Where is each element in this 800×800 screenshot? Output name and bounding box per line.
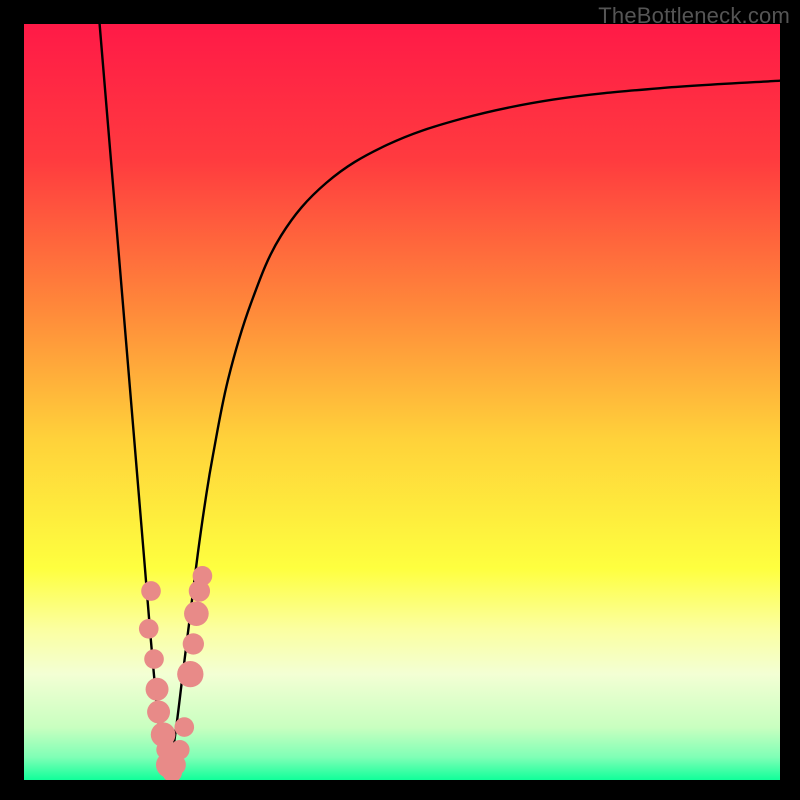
data-marker bbox=[141, 581, 161, 601]
plot-area bbox=[24, 24, 780, 780]
data-marker bbox=[170, 740, 190, 760]
data-marker bbox=[147, 700, 170, 723]
data-marker bbox=[144, 649, 164, 669]
data-markers bbox=[139, 566, 212, 780]
data-marker bbox=[183, 633, 204, 654]
chart-frame: TheBottleneck.com bbox=[0, 0, 800, 800]
curve-layer bbox=[24, 24, 780, 780]
data-marker bbox=[193, 566, 213, 586]
data-marker bbox=[146, 678, 169, 701]
data-marker bbox=[184, 601, 209, 626]
watermark-text: TheBottleneck.com bbox=[598, 3, 790, 29]
bottleneck-curve bbox=[100, 24, 780, 780]
data-marker bbox=[174, 717, 194, 737]
data-marker bbox=[177, 661, 203, 687]
data-marker bbox=[139, 619, 159, 639]
